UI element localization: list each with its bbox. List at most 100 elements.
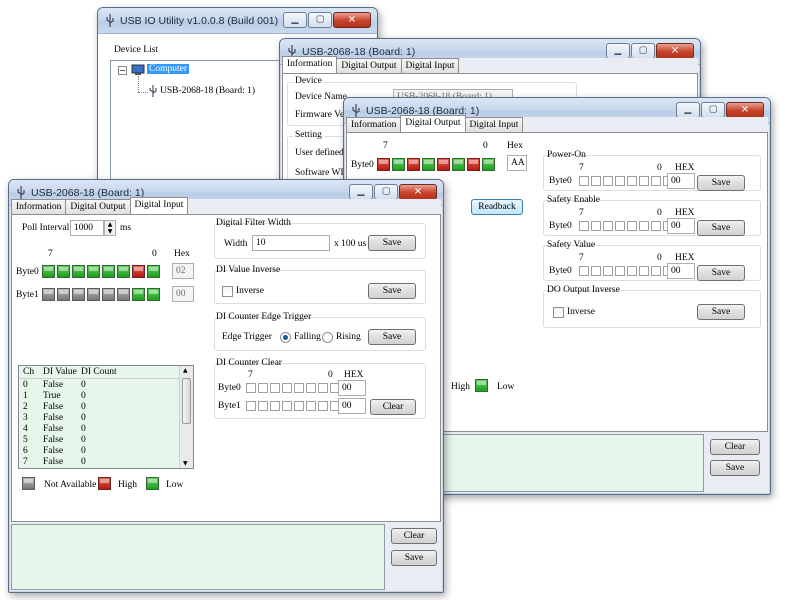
safety-enable-bit-checkboxes[interactable] xyxy=(579,221,673,231)
safety-value-save-button[interactable]: Save xyxy=(697,265,745,281)
table-row[interactable]: 3 False 0 xyxy=(19,413,179,424)
bit-checkbox[interactable] xyxy=(639,176,649,186)
poll-interval-field[interactable]: 1000 xyxy=(70,220,104,236)
tab-digital-output[interactable]: Digital Output xyxy=(336,58,402,73)
table-row[interactable]: 7 False 0 xyxy=(19,457,179,468)
table-row[interactable]: 6 False 0 xyxy=(19,446,179,457)
tree-root-computer[interactable]: Computer xyxy=(147,64,189,74)
bit-checkbox[interactable] xyxy=(294,401,304,411)
scroll-thumb[interactable] xyxy=(182,378,191,424)
table-row[interactable]: 5 False 0 xyxy=(19,435,179,446)
di-log-area[interactable] xyxy=(11,524,385,590)
power-on-save-button[interactable]: Save xyxy=(697,175,745,191)
do-inverse-checkbox[interactable] xyxy=(553,307,564,318)
tab-information[interactable]: Information xyxy=(282,56,338,73)
tab-digital-input[interactable]: Digital Input xyxy=(400,58,460,73)
bit-checkbox[interactable] xyxy=(627,266,637,276)
bit-checkbox[interactable] xyxy=(318,383,328,393)
rising-radio[interactable] xyxy=(322,332,333,343)
main-window-titlebar[interactable]: USB IO Utility v1.0.0.8 (Build 001) ▁ ▢ … xyxy=(98,8,377,34)
counter-clear-byte0-checkboxes[interactable] xyxy=(246,383,340,393)
table-row[interactable]: 0 False 0 xyxy=(19,380,179,391)
list-header-di-count[interactable]: DI Count xyxy=(81,367,117,377)
do-clear-log-button[interactable]: Clear xyxy=(710,439,760,455)
safety-enable-hex-field[interactable]: 00 xyxy=(667,218,695,234)
bit-checkbox[interactable] xyxy=(615,266,625,276)
bit-checkbox[interactable] xyxy=(603,221,613,231)
safety-value-bit-checkboxes[interactable] xyxy=(579,266,673,276)
bit-checkbox[interactable] xyxy=(639,266,649,276)
bit-checkbox[interactable] xyxy=(591,221,601,231)
tree-item-device[interactable]: USB-2068-18 (Board: 1) xyxy=(160,86,255,96)
bit-checkbox[interactable] xyxy=(294,383,304,393)
list-header-di-value[interactable]: DI Value xyxy=(43,367,77,377)
table-row[interactable]: 1 True 0 xyxy=(19,391,179,402)
power-on-bit-checkboxes[interactable] xyxy=(579,176,673,186)
bit-checkbox[interactable] xyxy=(258,383,268,393)
poll-interval-spinner[interactable]: ▲ ▼ xyxy=(104,220,116,236)
bit-checkbox[interactable] xyxy=(282,401,292,411)
minimize-button[interactable]: ▁ xyxy=(676,102,700,118)
scroll-up-icon[interactable]: ▲ xyxy=(183,367,188,374)
di-inverse-checkbox[interactable] xyxy=(222,286,233,297)
bit-checkbox[interactable] xyxy=(615,176,625,186)
close-button[interactable]: ✕ xyxy=(726,102,764,118)
bit-checkbox[interactable] xyxy=(603,176,613,186)
bit-checkbox[interactable] xyxy=(579,176,589,186)
bit-checkbox[interactable] xyxy=(306,401,316,411)
list-scrollbar[interactable]: ▲ ▼ xyxy=(179,366,193,468)
falling-radio[interactable] xyxy=(280,332,291,343)
bit-checkbox[interactable] xyxy=(579,266,589,276)
bit-checkbox[interactable] xyxy=(306,383,316,393)
bit-checkbox[interactable] xyxy=(651,176,661,186)
bit-checkbox[interactable] xyxy=(591,266,601,276)
di-inverse-save-button[interactable]: Save xyxy=(368,283,416,299)
filter-width-field[interactable]: 10 xyxy=(252,235,330,251)
bit-checkbox[interactable] xyxy=(270,401,280,411)
bit-checkbox[interactable] xyxy=(246,401,256,411)
power-on-hex-field[interactable]: 00 xyxy=(667,173,695,189)
minimize-button[interactable]: ▁ xyxy=(349,184,373,200)
di-channel-list[interactable]: Ch DI Value DI Count 0 False 0 1 True 0 2 False… xyxy=(18,365,194,469)
edge-trigger-save-button[interactable]: Save xyxy=(368,329,416,345)
bit-checkbox[interactable] xyxy=(282,383,292,393)
bit-checkbox[interactable] xyxy=(246,383,256,393)
minimize-button[interactable]: ▁ xyxy=(283,12,307,28)
bit-checkbox[interactable] xyxy=(318,401,328,411)
bit-checkbox[interactable] xyxy=(627,176,637,186)
do-save-log-button[interactable]: Save xyxy=(710,460,760,476)
table-row[interactable]: 2 False 0 xyxy=(19,402,179,413)
safety-enable-save-button[interactable]: Save xyxy=(697,220,745,236)
tab-digital-input[interactable]: Digital Input xyxy=(464,117,524,132)
bit-checkbox[interactable] xyxy=(258,401,268,411)
counter-clear-byte0-field[interactable]: 00 xyxy=(338,380,366,396)
tree-expand-icon[interactable]: − xyxy=(118,66,127,75)
bit-checkbox[interactable] xyxy=(603,266,613,276)
counter-clear-byte1-field[interactable]: 00 xyxy=(338,398,366,414)
bit-checkbox[interactable] xyxy=(651,221,661,231)
bit-checkbox[interactable] xyxy=(651,266,661,276)
scroll-down-icon[interactable]: ▼ xyxy=(183,460,188,467)
bit-checkbox[interactable] xyxy=(270,383,280,393)
minimize-button[interactable]: ▁ xyxy=(606,43,630,59)
list-header-ch[interactable]: Ch xyxy=(23,367,34,377)
table-row[interactable]: 4 False 0 xyxy=(19,424,179,435)
tab-digital-output[interactable]: Digital Output xyxy=(65,199,131,214)
close-button[interactable]: ✕ xyxy=(399,184,437,200)
tab-information[interactable]: Information xyxy=(11,199,67,214)
filter-width-save-button[interactable]: Save xyxy=(368,235,416,251)
bit-checkbox[interactable] xyxy=(615,221,625,231)
close-button[interactable]: ✕ xyxy=(656,43,694,59)
do-byte0-hex-field[interactable]: AA xyxy=(507,155,527,171)
counter-clear-button[interactable]: Clear xyxy=(370,399,416,415)
close-button[interactable]: ✕ xyxy=(333,12,371,28)
tab-information[interactable]: Information xyxy=(346,117,402,132)
bit-checkbox[interactable] xyxy=(627,221,637,231)
bit-checkbox[interactable] xyxy=(591,176,601,186)
maximize-button[interactable]: ▢ xyxy=(631,43,655,59)
maximize-button[interactable]: ▢ xyxy=(701,102,725,118)
bit-checkbox[interactable] xyxy=(579,221,589,231)
tab-digital-input[interactable]: Digital Input xyxy=(129,197,189,214)
bit-checkbox[interactable] xyxy=(639,221,649,231)
di-save-log-button[interactable]: Save xyxy=(391,550,437,566)
